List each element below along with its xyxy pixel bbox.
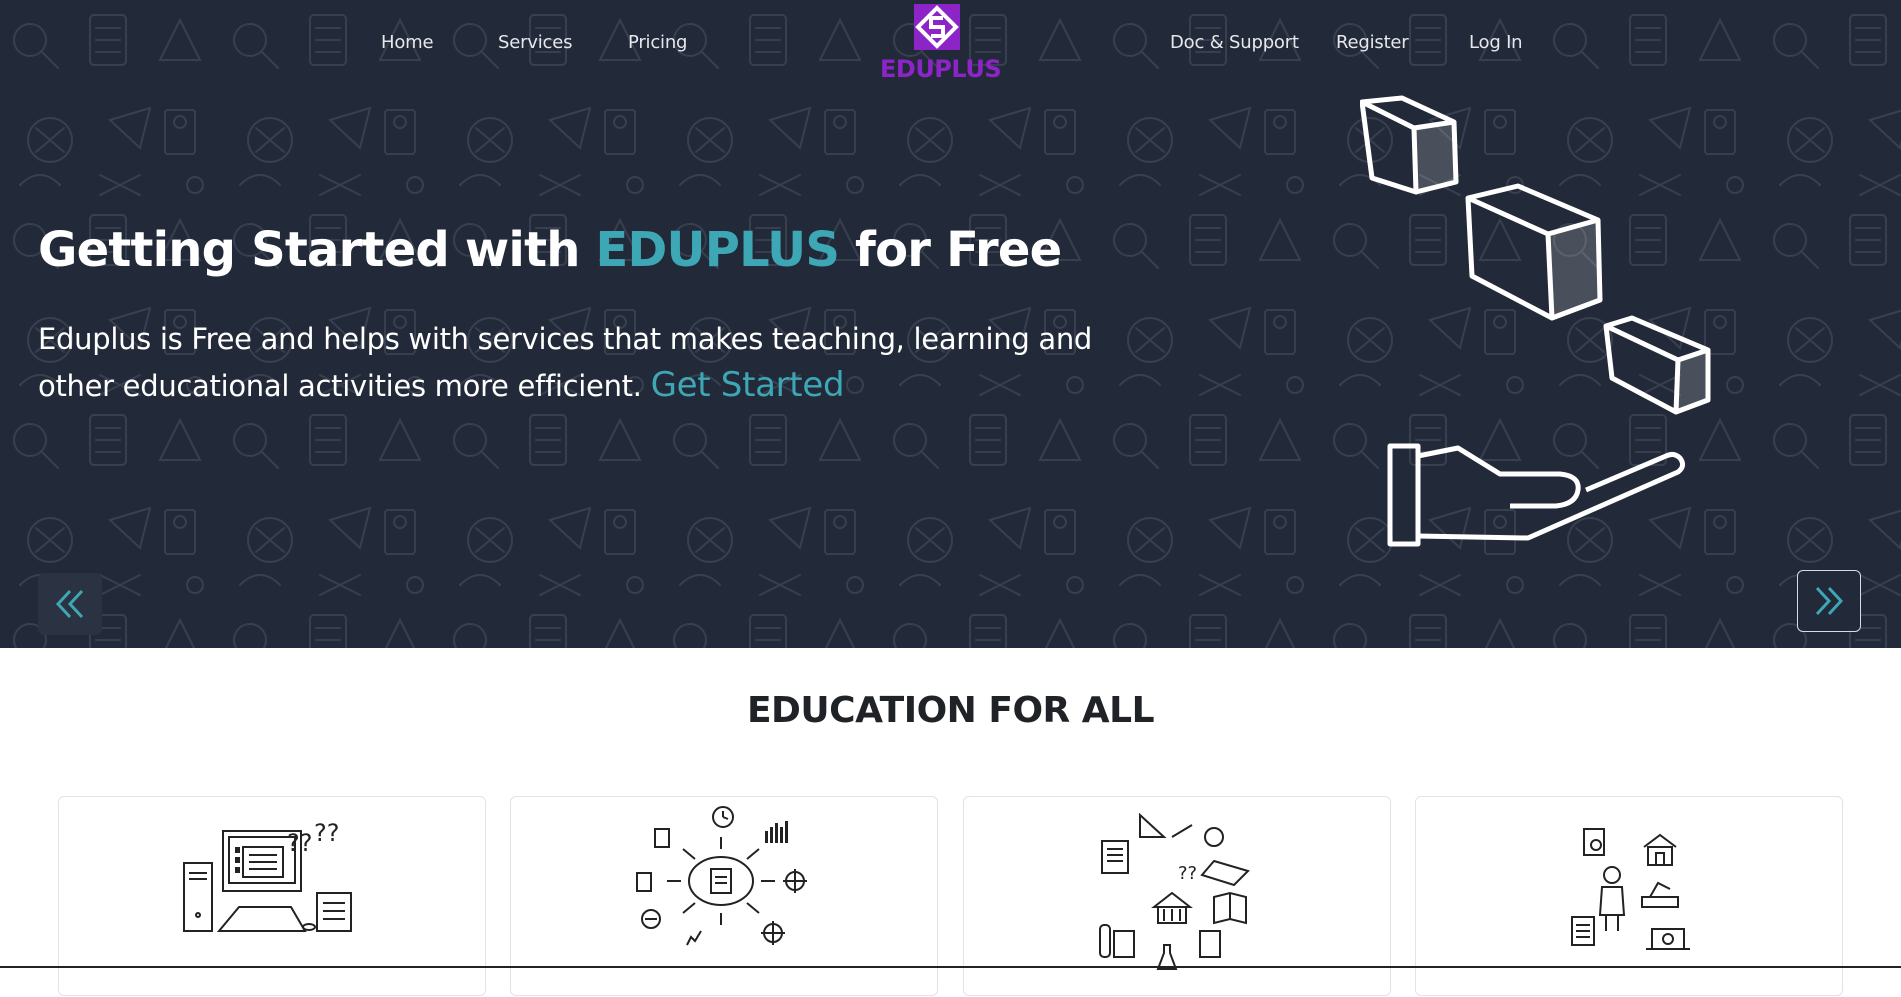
hero-description: Eduplus is Free and helps with services …	[38, 316, 1158, 409]
carousel-prev-button[interactable]	[38, 573, 102, 635]
nav-home[interactable]: Home	[381, 32, 434, 56]
double-chevron-right-icon	[1815, 586, 1844, 616]
eduplus-logo[interactable]: EDUPLUS	[880, 4, 1002, 83]
hero-title: Getting Started with EDUPLUS for Free	[38, 222, 1062, 278]
svg-text:??: ??	[1178, 863, 1197, 884]
hero-title-before: Getting Started with	[38, 222, 596, 278]
carousel-next-button[interactable]	[1797, 570, 1861, 632]
section-title: EDUCATION FOR ALL	[746, 690, 1155, 731]
svg-text:??: ??	[314, 819, 339, 847]
nav-doc-support[interactable]: Doc & Support	[1170, 32, 1299, 56]
nav-pricing[interactable]: Pricing	[628, 32, 687, 56]
logo-text: EDUPLUS	[880, 55, 1002, 83]
svg-text:??: ??	[287, 829, 312, 857]
hero-title-accent: EDUPLUS	[595, 222, 840, 278]
get-started-link[interactable]: Get Started	[651, 365, 845, 405]
hand-boxes-illustration	[1360, 95, 1711, 547]
hero-banner: Home Services Pricing EDUPLUS Doc & Supp…	[0, 0, 1901, 648]
hero-title-after: for Free	[839, 222, 1062, 278]
logo-mark-icon	[914, 4, 960, 50]
double-chevron-left-icon	[55, 589, 84, 619]
nav-register[interactable]: Register	[1336, 32, 1409, 56]
nav-services[interactable]: Services	[498, 32, 573, 56]
hero-description-text: Eduplus is Free and helps with services …	[38, 322, 1093, 403]
nav-login[interactable]: Log In	[1469, 32, 1523, 56]
